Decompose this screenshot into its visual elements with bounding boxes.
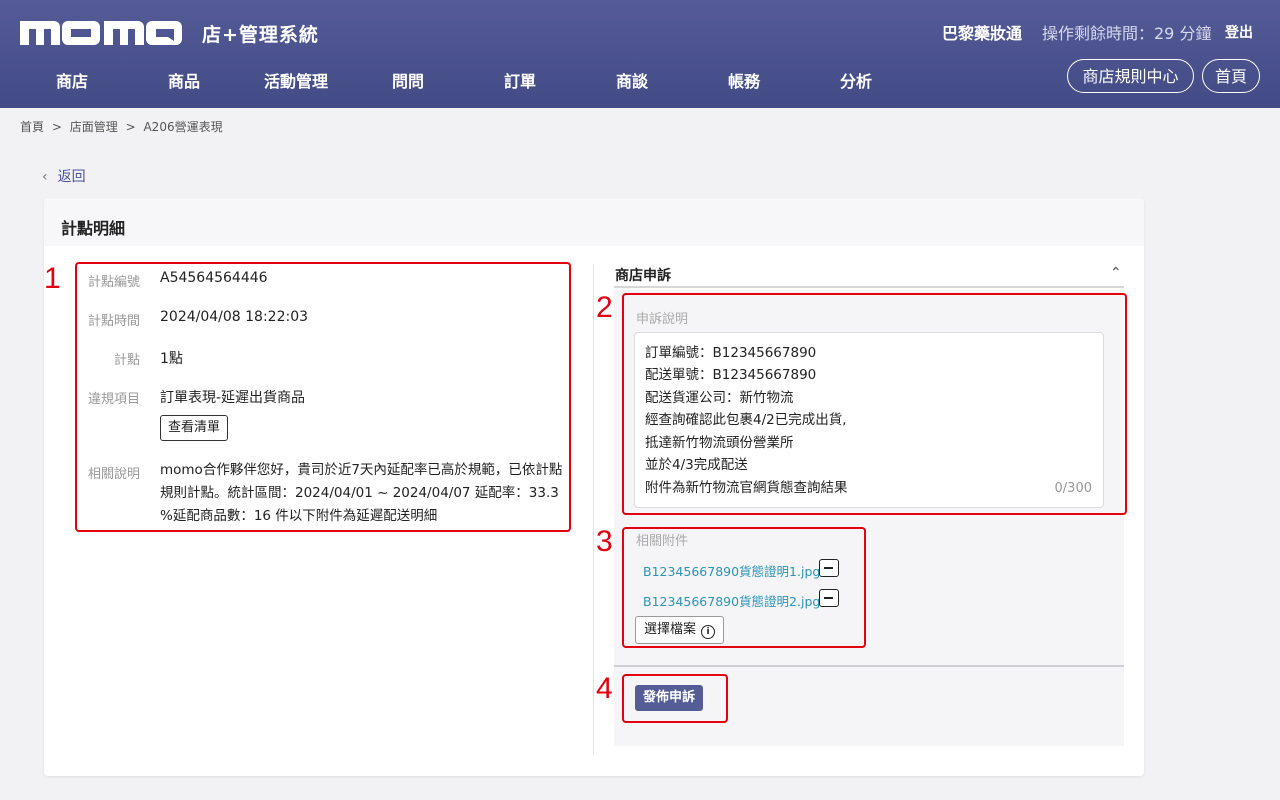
nav-item-analytics[interactable]: 分析 <box>806 68 906 92</box>
chevron-left-icon: ‹ <box>42 169 48 185</box>
nav-item-qa[interactable]: 問問 <box>358 68 458 92</box>
breadcrumb: 首頁 > 店面管理 > A206營運表現 <box>20 118 227 135</box>
breadcrumb-home[interactable]: 首頁 <box>20 120 44 134</box>
nav-item-negotiation[interactable]: 商談 <box>582 68 682 92</box>
annotation-box-2 <box>622 293 1127 515</box>
annotation-number-3: 3 <box>596 525 613 558</box>
system-title: 店+管理系統 <box>202 24 319 46</box>
appeal-divider <box>614 286 1124 288</box>
top-header: 店+管理系統 巴黎藥妝通 操作剩餘時間：29 分鐘 登出 商店 商品 活動管理 … <box>0 0 1280 108</box>
session-timer: 操作剩餘時間：29 分鐘 <box>1042 24 1212 43</box>
card-title: 計點明細 <box>61 219 126 238</box>
home-button[interactable]: 首頁 <box>1202 59 1260 93</box>
annotation-box-1 <box>75 262 571 532</box>
breadcrumb-current: A206營運表現 <box>143 120 223 134</box>
logout-link[interactable]: 登出 <box>1225 22 1253 42</box>
annotation-number-2: 2 <box>596 291 613 324</box>
shop-name: 巴黎藥妝通 <box>942 24 1023 43</box>
column-divider <box>593 264 594 754</box>
nav-item-campaigns[interactable]: 活動管理 <box>246 68 346 92</box>
annotation-number-4: 4 <box>596 672 613 705</box>
card-header <box>44 198 1144 246</box>
appeal-section-title: 商店申訴 <box>615 268 671 284</box>
nav-item-accounting[interactable]: 帳務 <box>694 68 794 92</box>
breadcrumb-separator: > <box>51 120 62 134</box>
momo-logo[interactable] <box>20 19 182 45</box>
panel-divider <box>614 665 1124 667</box>
nav-item-orders[interactable]: 訂單 <box>470 68 570 92</box>
nav-item-shop[interactable]: 商店 <box>22 68 122 92</box>
annotation-box-3 <box>622 527 866 648</box>
rules-center-button[interactable]: 商店規則中心 <box>1067 59 1194 93</box>
annotation-number-1: 1 <box>44 262 61 295</box>
annotation-box-4 <box>622 674 728 723</box>
back-link[interactable]: ‹ 返回 <box>42 166 86 186</box>
chevron-up-icon[interactable]: ⌃ <box>1110 265 1122 281</box>
nav-item-products[interactable]: 商品 <box>134 68 234 92</box>
breadcrumb-store-management[interactable]: 店面管理 <box>70 120 118 134</box>
back-label: 返回 <box>57 169 86 185</box>
breadcrumb-separator: > <box>125 120 136 134</box>
